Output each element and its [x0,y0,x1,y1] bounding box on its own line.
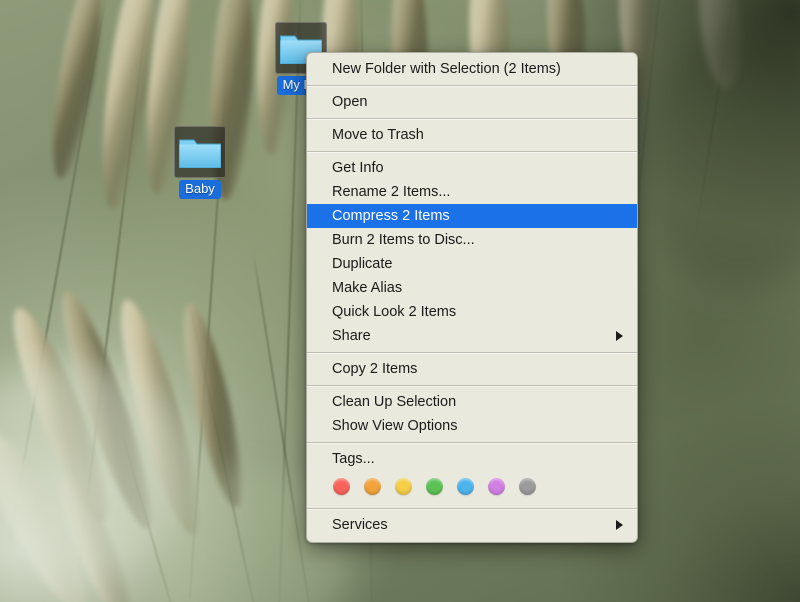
menu-item-tags[interactable]: Tags... [307,447,637,471]
menu-item-label: Show View Options [332,418,458,434]
menu-item-show-view-options[interactable]: Show View Options [307,414,637,438]
menu-item-get-info[interactable]: Get Info [307,156,637,180]
menu-separator [307,118,637,119]
menu-separator [307,85,637,86]
folder-icon [179,139,221,168]
menu-item-label: Clean Up Selection [332,394,457,410]
menu-item-services[interactable]: Services [307,513,637,537]
menu-item-copy-2-items[interactable]: Copy 2 Items [307,357,637,381]
submenu-arrow-icon [616,520,623,530]
menu-item-label: Rename 2 Items... [332,184,451,200]
menu-item-label: Open [332,94,368,110]
menu-separator [307,508,637,509]
menu-separator [307,352,637,353]
tag-dot-gray[interactable] [519,478,536,495]
menu-item-label: Quick Look 2 Items [332,304,457,320]
menu-separator [307,151,637,152]
tag-dot-red[interactable] [333,478,350,495]
menu-item-rename-2-items[interactable]: Rename 2 Items... [307,180,637,204]
menu-item-share[interactable]: Share [307,324,637,348]
menu-item-move-to-trash[interactable]: Move to Trash [307,123,637,147]
tag-dot-purple[interactable] [488,478,505,495]
menu-item-label: New Folder with Selection (2 Items) [332,61,561,77]
menu-item-label: Share [332,328,371,344]
icon-tile-baby[interactable] [174,126,226,178]
menu-item-clean-up-selection[interactable]: Clean Up Selection [307,390,637,414]
menu-item-label: Duplicate [332,256,393,272]
menu-item-label: Make Alias [332,280,403,296]
menu-item-new-folder-with-selection-2-items[interactable]: New Folder with Selection (2 Items) [307,57,637,81]
menu-separator [307,385,637,386]
menu-item-burn-2-items-to-disc[interactable]: Burn 2 Items to Disc... [307,228,637,252]
tag-dot-orange[interactable] [364,478,381,495]
menu-item-label: Get Info [332,160,384,176]
menu-item-duplicate[interactable]: Duplicate [307,252,637,276]
menu-item-label: Burn 2 Items to Disc... [332,232,475,248]
desktop-icon-baby[interactable]: Baby [154,126,246,199]
desktop-icon-label-baby[interactable]: Baby [179,180,221,199]
tag-dot-green[interactable] [426,478,443,495]
context-menu[interactable]: New Folder with Selection (2 Items) Open M… [306,52,638,543]
desktop[interactable]: My Ph Baby New Folder with Selection (2 … [0,0,800,602]
submenu-arrow-icon [616,331,623,341]
menu-item-label: Move to Trash [332,127,424,143]
menu-item-make-alias[interactable]: Make Alias [307,276,637,300]
menu-separator [307,442,637,443]
menu-item-label: Copy 2 Items [332,361,418,377]
tag-dot-yellow[interactable] [395,478,412,495]
menu-item-label: Services [332,517,388,533]
tag-dot-blue[interactable] [457,478,474,495]
menu-item-quick-look-2-items[interactable]: Quick Look 2 Items [307,300,637,324]
menu-item-label: Tags... [332,451,375,467]
menu-item-compress-2-items[interactable]: Compress 2 Items [307,204,637,228]
menu-item-open[interactable]: Open [307,90,637,114]
menu-item-label: Compress 2 Items [332,208,450,224]
tag-color-row [307,471,637,504]
